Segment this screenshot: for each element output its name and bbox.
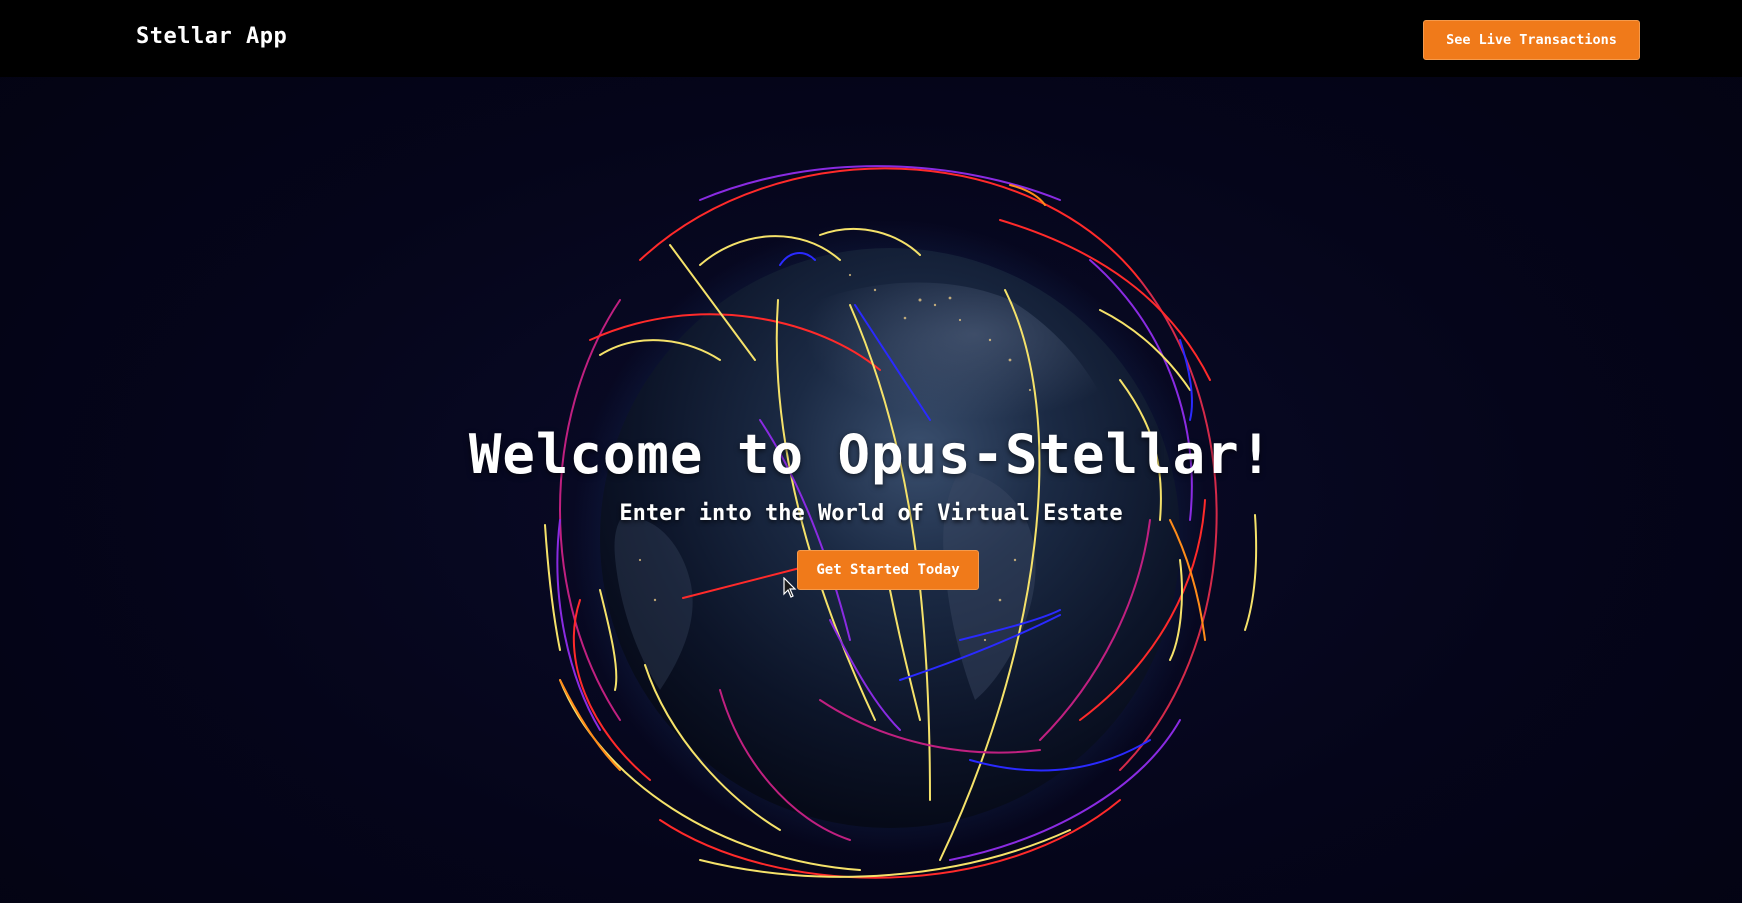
get-started-button[interactable]: Get Started Today <box>797 550 979 590</box>
mouse-cursor-icon <box>783 577 797 598</box>
hero-subtitle: Enter into the World of Virtual Estate <box>619 501 1123 526</box>
hero-title: Welcome to Opus-Stellar! <box>468 423 1274 486</box>
hero-section: Welcome to Opus-Stellar! Enter into the … <box>0 420 1742 538</box>
brand-logo-text[interactable]: Stellar App <box>136 24 287 49</box>
see-live-transactions-button[interactable]: See Live Transactions <box>1423 20 1640 60</box>
landing-page: Stellar App See Live Transactions Welcom… <box>0 0 1742 903</box>
top-navbar: Stellar App See Live Transactions <box>0 0 1742 77</box>
